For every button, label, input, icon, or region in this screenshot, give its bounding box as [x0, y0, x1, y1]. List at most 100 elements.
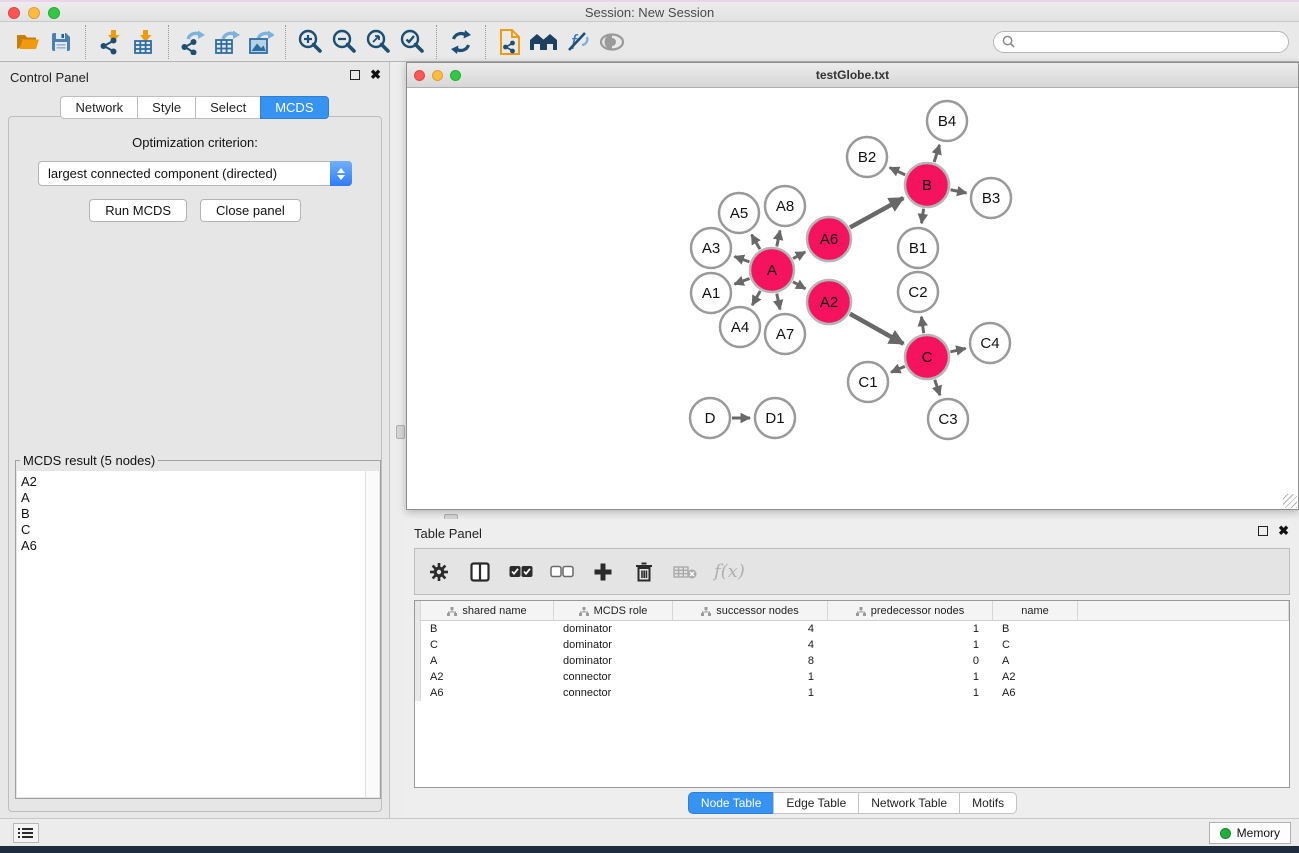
tab-node-table[interactable]: Node Table	[688, 792, 774, 814]
graph-edge-A-A5[interactable]	[752, 235, 760, 250]
graph-node-B4[interactable]: B4	[927, 101, 967, 141]
graph-edge-A-A3[interactable]	[735, 256, 750, 261]
table-cell[interactable]: A	[421, 653, 554, 669]
table-cell[interactable]: dominator	[554, 637, 673, 653]
table-settings-button[interactable]	[427, 560, 451, 584]
graph-node-C4[interactable]: C4	[970, 323, 1010, 363]
table-cell[interactable]: A6	[421, 685, 554, 701]
tab-edge-table[interactable]: Edge Table	[773, 792, 858, 814]
table-cell[interactable]: A6	[993, 685, 1078, 701]
import-network-button[interactable]	[93, 26, 127, 58]
zoom-in-button[interactable]	[293, 26, 327, 58]
graph-node-A5[interactable]: A5	[719, 193, 759, 233]
float-table-panel-icon[interactable]	[1258, 526, 1268, 536]
run-mcds-button[interactable]: Run MCDS	[89, 199, 187, 222]
graph-node-A7[interactable]: A7	[765, 314, 805, 354]
graph-edge-C-C1[interactable]	[891, 366, 905, 372]
show-all-networks-button[interactable]	[527, 26, 561, 58]
network-canvas[interactable]: B4B2BB3A5A8A6A3AB1A1C2A2A4A7C4CC1C3DD1	[407, 88, 1298, 509]
table-cell[interactable]: 1	[828, 637, 993, 653]
column-header-successor-nodes[interactable]: successor nodes	[673, 601, 828, 621]
graph-node-A1[interactable]: A1	[691, 273, 731, 313]
table-cell[interactable]: connector	[554, 669, 673, 685]
graph-edge-A-A4[interactable]	[752, 291, 760, 305]
memory-button[interactable]: Memory	[1209, 822, 1291, 844]
tab-select[interactable]: Select	[195, 96, 260, 119]
table-cell[interactable]: 1	[828, 621, 993, 637]
graph-node-A4[interactable]: A4	[720, 307, 760, 347]
graph-node-D[interactable]: D	[690, 398, 730, 438]
graph-node-C3[interactable]: C3	[928, 399, 968, 439]
function-builder-button[interactable]: f(x)	[714, 561, 745, 582]
graph-edge-A-A7[interactable]	[777, 294, 780, 310]
search-field[interactable]	[993, 31, 1289, 53]
column-header-mcds-role[interactable]: MCDS role	[554, 601, 673, 621]
table-cell[interactable]: 4	[673, 637, 828, 653]
network-window-titlebar[interactable]: testGlobe.txt	[407, 63, 1298, 88]
graph-node-A2[interactable]: A2	[807, 280, 851, 324]
table-cell[interactable]: C	[421, 637, 554, 653]
unselect-all-button[interactable]	[550, 560, 574, 584]
table-cell[interactable]: C	[993, 637, 1078, 653]
result-list-scrollbar[interactable]	[365, 471, 379, 797]
graph-node-B[interactable]: B	[905, 163, 949, 207]
table-cell[interactable]: 1	[673, 669, 828, 685]
tab-mcds[interactable]: MCDS	[260, 96, 328, 119]
table-cell[interactable]: 4	[673, 621, 828, 637]
new-network-from-selection-button[interactable]	[493, 26, 527, 58]
column-header-shared-name[interactable]: shared name	[421, 601, 554, 621]
table-row[interactable]: Cdominator41C	[415, 637, 1289, 653]
table-cell[interactable]: A	[993, 653, 1078, 669]
table-cell[interactable]: B	[993, 621, 1078, 637]
close-panel-button[interactable]: Close panel	[200, 199, 301, 222]
graph-node-C2[interactable]: C2	[898, 272, 938, 312]
column-header-predecessor-nodes[interactable]: predecessor nodes	[828, 601, 993, 621]
graph-node-C1[interactable]: C1	[848, 362, 888, 402]
graph-edge-B-B3[interactable]	[951, 190, 967, 193]
add-row-button[interactable]	[591, 560, 615, 584]
column-header-name[interactable]: name	[993, 601, 1078, 621]
table-row[interactable]: Adominator80A	[415, 653, 1289, 669]
graph-edge-A-A1[interactable]	[734, 278, 749, 284]
graph-node-B1[interactable]: B1	[898, 228, 938, 268]
graph-node-B3[interactable]: B3	[971, 178, 1011, 218]
mcds-result-list[interactable]: A2ABCA6	[17, 471, 365, 797]
table-row[interactable]: A6connector11A6	[415, 685, 1289, 701]
criterion-dropdown[interactable]: largest connected component (directed)	[38, 161, 352, 186]
delete-rows-button[interactable]	[632, 560, 656, 584]
delete-table-button[interactable]	[673, 560, 697, 584]
save-session-button[interactable]	[44, 26, 78, 58]
graph-node-A3[interactable]: A3	[691, 228, 731, 268]
table-cell[interactable]: A2	[993, 669, 1078, 685]
graph-node-B2[interactable]: B2	[847, 137, 887, 177]
open-session-button[interactable]	[10, 26, 44, 58]
mcds-result-item[interactable]: A6	[21, 538, 365, 554]
search-input[interactable]	[1020, 35, 1280, 49]
mcds-result-item[interactable]: A2	[21, 474, 365, 490]
graph-edge-A-A2[interactable]	[793, 282, 806, 289]
table-cell[interactable]: 1	[828, 669, 993, 685]
graph-node-A6[interactable]: A6	[807, 217, 851, 261]
show-hide-panels-button[interactable]	[595, 26, 629, 58]
zoom-selected-button[interactable]	[395, 26, 429, 58]
table-cell[interactable]: dominator	[554, 621, 673, 637]
task-history-button[interactable]	[13, 823, 39, 843]
tab-style[interactable]: Style	[137, 96, 195, 119]
table-body[interactable]: Bdominator41BCdominator41CAdominator80AA…	[415, 621, 1289, 701]
vertical-splitter-handle[interactable]	[396, 425, 405, 439]
refresh-layout-button[interactable]	[444, 26, 478, 58]
mcds-result-item[interactable]: B	[21, 506, 365, 522]
resize-grip-icon[interactable]	[1283, 494, 1297, 508]
graph-node-D1[interactable]: D1	[755, 398, 795, 438]
table-cell[interactable]: 1	[828, 685, 993, 701]
graph-edge-A-A6[interactable]	[793, 252, 805, 259]
graph-edge-C-C2[interactable]	[921, 317, 923, 333]
table-cell[interactable]: 0	[828, 653, 993, 669]
float-panel-icon[interactable]	[350, 70, 360, 80]
toggle-graphics-details-button[interactable]: f	[561, 26, 595, 58]
select-all-button[interactable]	[509, 560, 533, 584]
table-cell[interactable]: 1	[673, 685, 828, 701]
table-cell[interactable]: A2	[421, 669, 554, 685]
graph-edge-B-B1[interactable]	[922, 209, 924, 223]
tab-network-table[interactable]: Network Table	[858, 792, 959, 814]
